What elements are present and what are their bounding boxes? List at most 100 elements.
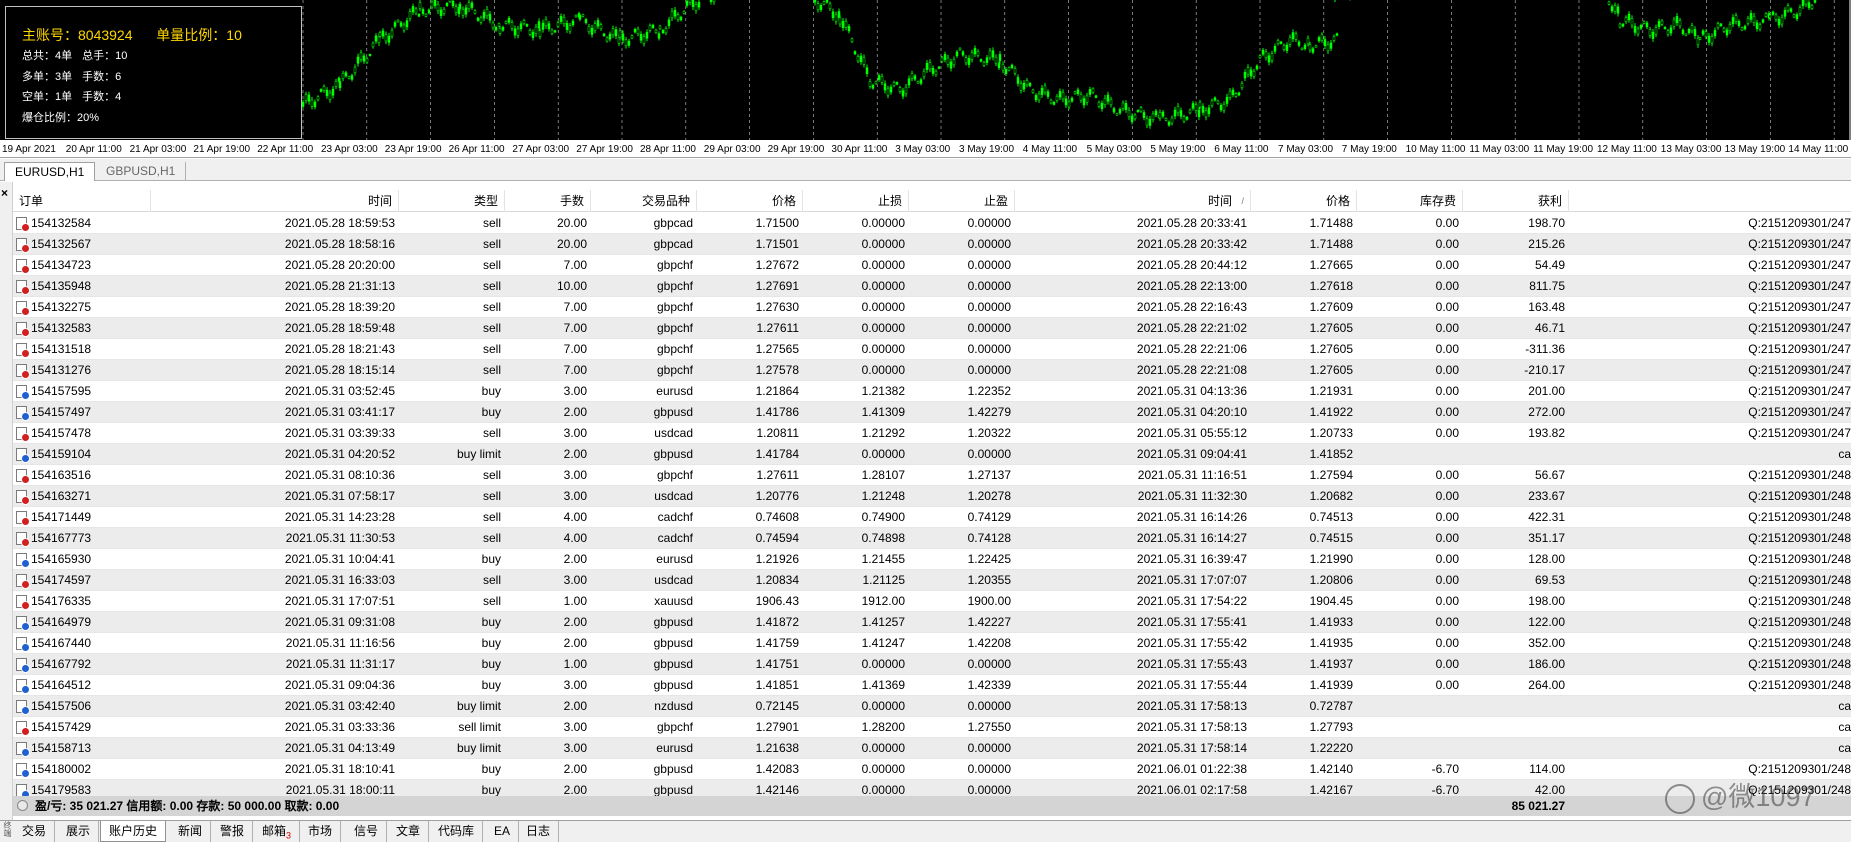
table-row[interactable]: 154164512 2021.05.31 09:04:36 buy 3.00 gbpus…	[13, 675, 1851, 696]
tab-7[interactable]: 信号	[346, 821, 388, 842]
table-row[interactable]: 154163271 2021.05.31 07:58:17 sell 3.00 usdc…	[13, 486, 1851, 507]
cell-close-price: 1.41922	[1309, 405, 1353, 419]
table-row[interactable]: 154157506 2021.05.31 03:42:40 buy limit 2.0…	[13, 696, 1851, 717]
table-row[interactable]: 154132584 2021.05.28 18:59:53 sell 20.00 gbp…	[13, 213, 1851, 234]
table-row[interactable]: 154158713 2021.05.31 04:13:49 buy limit 3.0…	[13, 738, 1851, 759]
candle-body	[661, 30, 665, 34]
tab-6[interactable]: 市场	[300, 821, 342, 842]
table-row[interactable]: 154134723 2021.05.28 20:20:00 sell 7.00 gbpc…	[13, 255, 1851, 276]
tab-5[interactable]: 邮箱3	[254, 821, 301, 842]
cell-open-price: 0.72145	[755, 699, 799, 713]
col-tp[interactable]: 止盈	[909, 190, 1015, 212]
cell: 2021.05.31 17:58:13	[1015, 696, 1251, 717]
candle-body	[934, 70, 938, 76]
cell-lots: 7.00	[563, 258, 587, 272]
tab-8[interactable]: 文章	[388, 821, 430, 842]
table-row[interactable]: 154159104 2021.05.31 04:20:52 buy limit 2.0…	[13, 444, 1851, 465]
col-close-price[interactable]: 价格	[1251, 190, 1357, 212]
col-open-time[interactable]: 时间	[151, 190, 399, 212]
cell: 0.74900	[803, 507, 909, 528]
table-row[interactable]: 154131518 2021.05.28 18:21:43 sell 7.00 gbpc…	[13, 339, 1851, 360]
time-axis-label: 14 May 11:00	[1788, 144, 1849, 155]
cell: 1.21248	[803, 486, 909, 507]
candle-body	[1335, 33, 1339, 36]
sell-order-icon	[16, 427, 30, 442]
cell-comment: ca	[1838, 741, 1851, 755]
col-symbol[interactable]: 交易品种	[591, 190, 697, 212]
table-row[interactable]: 154167773 2021.05.31 11:30:53 sell 4.00 cadc…	[13, 528, 1851, 549]
cell: 0.00000	[909, 654, 1015, 675]
table-row[interactable]: 154157497 2021.05.31 03:41:17 buy 2.00 gbpus…	[13, 402, 1851, 423]
col-type[interactable]: 类型	[399, 190, 505, 212]
tab-1[interactable]: 展示	[58, 821, 100, 842]
col-open-price[interactable]: 价格	[697, 190, 803, 212]
col-sl[interactable]: 止损	[803, 190, 909, 212]
table-row[interactable]: 154157429 2021.05.31 03:33:36 sell limit 3.…	[13, 717, 1851, 738]
close-icon[interactable]: ×	[1, 186, 8, 200]
time-axis-label: 27 Apr 19:00	[576, 144, 633, 155]
table-row[interactable]: 154132567 2021.05.28 18:58:16 sell 20.00 gbp…	[13, 234, 1851, 255]
col-profit[interactable]: 获利	[1463, 190, 1569, 212]
tab-9[interactable]: 代码库	[430, 821, 484, 842]
col-comment[interactable]	[1569, 190, 1851, 212]
table-row[interactable]: 154131276 2021.05.28 18:15:14 sell 7.00 gbpc…	[13, 360, 1851, 381]
cell-tp: 0.00000	[967, 342, 1011, 356]
table-row[interactable]: 154135948 2021.05.28 21:31:13 sell 10.00 gbp…	[13, 276, 1851, 297]
tab-4[interactable]: 警报	[212, 821, 254, 842]
candle-body	[822, 1, 826, 5]
candle-body	[1746, 18, 1750, 24]
candle-body	[1085, 95, 1089, 103]
cell-type: sell	[482, 321, 501, 335]
table-row[interactable]: 154132583 2021.05.28 18:59:48 sell 7.00 gbpc…	[13, 318, 1851, 339]
cell-close-time: 2021.05.28 22:13:00	[1136, 279, 1247, 293]
cell: 1.41937	[1251, 654, 1357, 675]
sell-order-icon	[16, 532, 30, 547]
col-order[interactable]: 订单	[13, 190, 151, 212]
cell: buy	[399, 633, 505, 654]
cell: 1.21292	[803, 423, 909, 444]
tab-2[interactable]: 账户历史	[100, 821, 167, 842]
tab-eurusd-h1[interactable]: EURUSD,H1	[4, 162, 96, 181]
table-row[interactable]: 154132275 2021.05.28 18:39:20 sell 7.00 gbpc…	[13, 297, 1851, 318]
tab-gbpusd-h1[interactable]: GBPUSD,H1	[96, 162, 187, 181]
cell: 3.00	[505, 423, 591, 444]
cell: 1.20322	[909, 423, 1015, 444]
cell-lots: 3.00	[563, 741, 587, 755]
cell-swap: 0.00	[1435, 363, 1459, 377]
table-row[interactable]: 154180002 2021.05.31 18:10:41 buy 2.00 gbpus…	[13, 759, 1851, 780]
table-row[interactable]: 154167792 2021.05.31 11:31:17 buy 1.00 gbpus…	[13, 654, 1851, 675]
candle-body	[553, 30, 557, 33]
sell-order-icon	[16, 343, 30, 358]
col-close-time[interactable]: 时间 /	[1015, 190, 1251, 212]
tab-11[interactable]: 日志	[518, 821, 560, 842]
price-chart[interactable]: 主账号：8043924 单量比例：10 总共：4单 总手：10 多单：3单 手数：6…	[0, 0, 1851, 140]
col-lots[interactable]: 手数	[505, 190, 591, 212]
candle-body	[384, 34, 388, 42]
candle-body	[1240, 83, 1244, 88]
candle-body	[639, 33, 643, 41]
table-row[interactable]: 154164979 2021.05.31 09:31:08 buy 2.00 gbpus…	[13, 612, 1851, 633]
table-row[interactable]: 154174597 2021.05.31 16:33:03 sell 3.00 usdc…	[13, 570, 1851, 591]
table-row[interactable]: 154171449 2021.05.31 14:23:28 sell 4.00 cadc…	[13, 507, 1851, 528]
table-row[interactable]: 154157478 2021.05.31 03:39:33 sell 3.00 usdc…	[13, 423, 1851, 444]
tab-10[interactable]: EA	[486, 821, 520, 842]
cell: gbpusd	[591, 633, 697, 654]
cell-open-time: 2021.05.31 11:30:53	[285, 531, 395, 545]
candle-body	[451, 0, 455, 7]
table-row[interactable]: 154165930 2021.05.31 10:04:41 buy 2.00 eurus…	[13, 549, 1851, 570]
col-swap[interactable]: 库存费	[1357, 190, 1463, 212]
cell: 1.00	[505, 591, 591, 612]
time-axis-label: 3 May 03:00	[895, 144, 951, 155]
cell-symbol: gbpchf	[656, 279, 693, 293]
table-row[interactable]: 154157595 2021.05.31 03:52:45 buy 3.00 eurus…	[13, 381, 1851, 402]
table-row[interactable]: 154167440 2021.05.31 11:16:56 buy 2.00 gbpus…	[13, 633, 1851, 654]
tab-0[interactable]: 交易	[14, 821, 56, 842]
candle-body	[544, 19, 548, 26]
table-row[interactable]: 154176335 2021.05.31 17:07:51 sell 1.00 xauu…	[13, 591, 1851, 612]
candle-body	[1139, 107, 1143, 112]
cell-swap: 0.00	[1435, 531, 1459, 545]
tab-3[interactable]: 新闻	[170, 821, 212, 842]
cell-open-price: 1.20776	[755, 489, 799, 503]
cell: sell	[399, 486, 505, 507]
table-row[interactable]: 154163516 2021.05.31 08:10:36 sell 3.00 gbpc…	[13, 465, 1851, 486]
